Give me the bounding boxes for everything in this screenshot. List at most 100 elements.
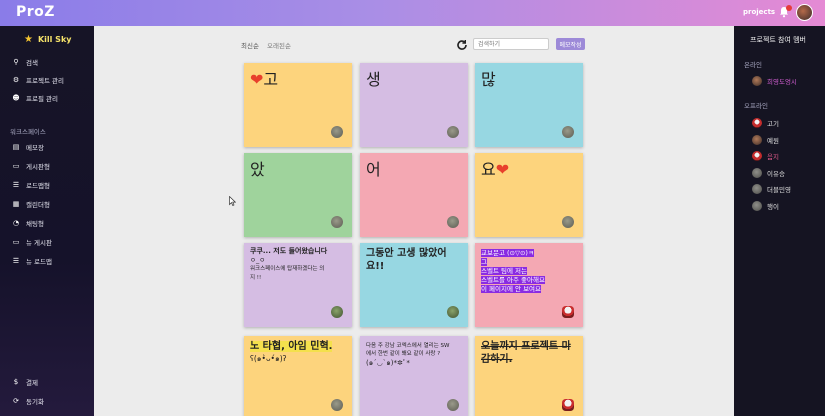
memo-card[interactable]: 요❤ [475, 153, 583, 237]
nav-label: 프로필 관리 [26, 95, 58, 103]
avatar [752, 184, 762, 194]
sort-newest-tab[interactable]: 최신순 [241, 40, 259, 50]
nav-label: 채팅형 [26, 220, 44, 228]
nav-label: 로드맵형 [26, 182, 50, 190]
memo-text: 았 [250, 160, 265, 179]
write-memo-button[interactable]: 메모작성 [556, 38, 585, 50]
nav-label: 결제 [26, 379, 38, 387]
memo-card[interactable]: 교보문고 (⊙▽⊙)ㅋ 그 스벨트 팀에 저는 스벨트를 아주 좋아해요 이 페… [475, 243, 583, 327]
member-name: 희영도엉시 [767, 78, 797, 86]
memo-card[interactable]: 쿠쿠... 저도 들어왔습니다 ㅇ_ㅇ 워크스페이스에 탑재하겠다는 의 지 !… [244, 243, 352, 327]
memo-line: 요!! [366, 261, 385, 272]
member-name: 이유승 [767, 170, 785, 178]
memo-text: 요❤ [481, 160, 510, 179]
user-avatar[interactable] [796, 4, 813, 21]
nav-new-roadmap[interactable]: ☰ 뉴 로드맵 [12, 255, 52, 267]
projects-link[interactable]: projects [743, 8, 775, 16]
nav-calendar[interactable]: ▦ 캘린더형 [12, 198, 50, 210]
offline-label: 오프라인 [744, 102, 768, 110]
nav-chat[interactable]: ◔ 채팅형 [12, 217, 44, 229]
left-sidebar: ★ Kill Sky ⚲ 검색 ⚙ 프로젝트 관리 ☻ 프로필 관리 워크스페이… [0, 26, 94, 416]
nav-sync[interactable]: ⟳ 동기화 [12, 395, 44, 407]
author-avatar [562, 399, 574, 411]
members-title: 프로젝트 참여 멤버 [750, 36, 806, 44]
memo-card[interactable]: 생 [360, 63, 468, 147]
author-avatar [447, 216, 459, 228]
nav-label: 프로젝트 관리 [26, 77, 64, 85]
author-avatar [447, 306, 459, 318]
top-bar: ProZ projects [0, 0, 825, 26]
avatar [752, 201, 762, 211]
memo-board: 최신순 오래된순 메모작성 ❤고 생 많 았 어 요❤ 쿠쿠... 저도 들어왔… [94, 26, 734, 416]
member-item[interactable]: 희영도엉시 [752, 76, 797, 86]
nav-profile-manage[interactable]: ☻ 프로필 관리 [12, 92, 58, 104]
memo-card[interactable]: 다음 주 강남 코엑스에서 열리는 SW 에서 한번 같이 봬요 같이 사랑 ?… [360, 336, 468, 416]
memo-line: 그 [481, 258, 487, 266]
nav-label: 캘린더형 [26, 201, 50, 209]
member-item[interactable]: 음지 [752, 151, 779, 161]
star-icon: ★ [24, 34, 33, 45]
note-icon: ▤ [12, 143, 20, 151]
nav-project-manage[interactable]: ⚙ 프로젝트 관리 [12, 74, 64, 86]
search-input[interactable] [473, 38, 549, 50]
memo-card[interactable]: 오늘까지 프로젝트 마 감하기. [475, 336, 583, 416]
search-icon: ⚲ [13, 58, 19, 66]
avatar [752, 76, 762, 86]
memo-line: 오늘까지 프로젝트 마 [481, 341, 571, 352]
heart-icon: ❤ [495, 160, 510, 179]
memo-card[interactable]: 많 [475, 63, 583, 147]
author-avatar [562, 126, 574, 138]
memo-card[interactable]: 았 [244, 153, 352, 237]
memo-line: 쿠쿠... 저도 들어왔습니다 [250, 247, 328, 255]
gear-icon: ⚙ [12, 76, 20, 84]
online-label: 온라인 [744, 61, 762, 69]
nav-search[interactable]: ⚲ 검색 [12, 56, 38, 68]
memo-card[interactable]: ❤고 [244, 63, 352, 147]
roadmap-icon: ☰ [12, 181, 20, 189]
memo-line: ʕ(๑•̀ᴗ•́๑)ʔ [250, 354, 287, 363]
nav-memo[interactable]: ▤ 메모장 [12, 141, 44, 153]
member-name: 음지 [767, 153, 779, 161]
member-item[interactable]: 더블민영 [752, 184, 791, 194]
memo-card[interactable]: 노 타협, 아임 민혁. ʕ(๑•̀ᴗ•́๑)ʔ [244, 336, 352, 416]
memo-card[interactable]: 그동안 고생 많았어 요!! [360, 243, 468, 327]
avatar [752, 168, 762, 178]
nav-label: 검색 [26, 59, 38, 67]
nav-roadmap[interactable]: ☰ 로드맵형 [12, 179, 50, 191]
chat-icon: ◔ [12, 219, 20, 227]
memo-line: ㅇ_ㅇ [250, 256, 266, 264]
member-item[interactable]: 예원 [752, 135, 779, 145]
member-name: 더블민영 [767, 186, 791, 194]
memo-line: 워크스페이스에 탑재하겠다는 의 [250, 266, 325, 272]
sort-oldest-tab[interactable]: 오래된순 [267, 40, 291, 50]
author-avatar [447, 126, 459, 138]
member-item[interactable]: 고기 [752, 118, 779, 128]
memo-text: 많 [481, 70, 496, 89]
author-avatar [331, 306, 343, 318]
memo-text: ❤고 [250, 70, 279, 89]
dollar-icon: $ [13, 378, 19, 386]
nav-payment[interactable]: $ 결제 [12, 376, 38, 388]
memo-line: (๑´◡`๑)*✲ﾟ* [366, 359, 410, 367]
member-name: 고기 [767, 120, 779, 128]
calendar-icon: ▦ [12, 200, 20, 208]
memo-line: 감하기. [481, 354, 513, 365]
nav-label: 게시판형 [26, 163, 50, 171]
memo-card[interactable]: 어 [360, 153, 468, 237]
roadmap-icon: ☰ [12, 257, 20, 265]
author-avatar [331, 126, 343, 138]
member-item[interactable]: 이유승 [752, 168, 785, 178]
refresh-icon[interactable] [456, 39, 468, 51]
board-icon: ▭ [12, 238, 20, 246]
memo-line: 교보문고 (⊙▽⊙)ㅋ [481, 249, 534, 257]
memo-line: 스벨트 팀에 저는 [481, 267, 527, 275]
user-icon: ☻ [12, 94, 20, 102]
app-logo[interactable]: ProZ [16, 4, 55, 20]
workspace-section-label: 워크스페이스 [10, 128, 46, 136]
member-item[interactable]: 행이 [752, 201, 779, 211]
project-brand[interactable]: ★ Kill Sky [24, 34, 71, 45]
nav-board[interactable]: ▭ 게시판형 [12, 160, 50, 172]
avatar [752, 118, 762, 128]
nav-new-board[interactable]: ▭ 뉴 게시판 [12, 236, 52, 248]
board-icon: ▭ [12, 162, 20, 170]
